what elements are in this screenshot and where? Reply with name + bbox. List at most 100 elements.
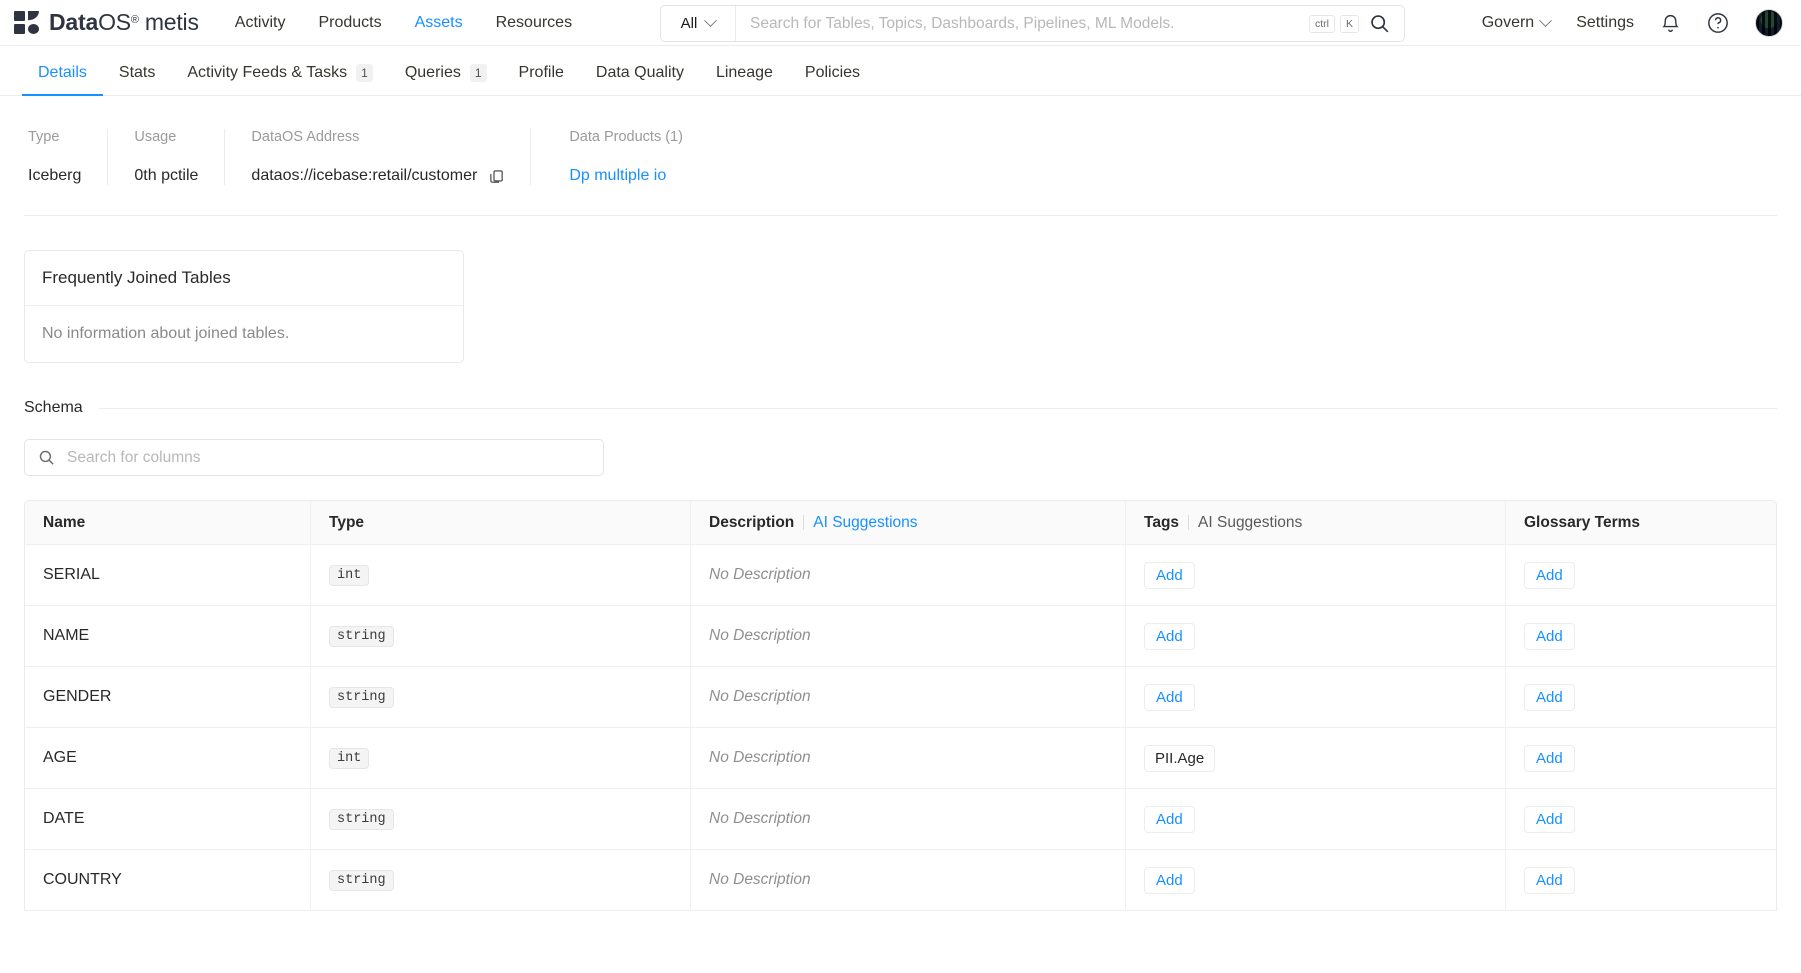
settings-link[interactable]: Settings (1576, 14, 1634, 32)
tags-ai-suggestions-link[interactable]: AI Suggestions (1198, 514, 1302, 532)
column-description-cell[interactable]: No Description (690, 789, 1125, 849)
tab-count-badge: 1 (469, 63, 487, 82)
add-tag-button[interactable]: Add (1144, 805, 1195, 833)
brand-product-name: metis (144, 9, 199, 35)
type-chip: string (329, 869, 394, 891)
column-glossary-cell: Add (1505, 789, 1776, 849)
column-header-tags: Tags AI Suggestions (1125, 501, 1505, 544)
column-description-cell[interactable]: No Description (690, 606, 1125, 666)
meta-type: Type Iceberg (24, 129, 107, 185)
asset-meta-strip: Type Iceberg Usage 0th pctile DataOS Add… (24, 129, 1801, 185)
column-search-input[interactable] (67, 448, 590, 467)
meta-dataos-address: DataOS Address dataos://icebase:retail/c… (224, 129, 530, 185)
meta-products-value[interactable]: Dp multiple io (569, 167, 683, 185)
type-chip: string (329, 625, 394, 647)
nav-item-resources[interactable]: Resources (496, 14, 572, 32)
global-search-bar: All ctrl K (660, 5, 1405, 42)
column-name: NAME (43, 627, 90, 644)
search-icon[interactable] (1369, 13, 1404, 34)
table-row: AGE int No Description PII.Age Add (25, 728, 1776, 789)
add-glossary-term-button[interactable]: Add (1524, 866, 1575, 894)
brand-name-bold: Data (49, 9, 99, 35)
table-row: NAME string No Description Add Add (25, 606, 1776, 667)
add-glossary-term-button[interactable]: Add (1524, 561, 1575, 589)
column-description-cell[interactable]: No Description (690, 728, 1125, 788)
no-description-text: No Description (709, 749, 811, 766)
tab-policies[interactable]: Policies (789, 64, 876, 95)
no-description-text: No Description (709, 871, 811, 888)
column-tags-cell: Add (1125, 545, 1505, 605)
meta-data-products: Data Products (1) Dp multiple io (530, 129, 709, 185)
schema-divider (98, 407, 1777, 409)
add-glossary-term-button[interactable]: Add (1524, 683, 1575, 711)
tab-label: Queries (404, 63, 461, 81)
column-glossary-cell: Add (1505, 850, 1776, 910)
table-row: COUNTRY string No Description Add Add (25, 850, 1776, 911)
global-search-input[interactable] (736, 6, 1309, 41)
tab-activity-feeds-and-tasks[interactable]: Activity Feeds & Tasks 1 (171, 63, 388, 95)
kbd-k: K (1339, 14, 1359, 33)
tag-chip[interactable]: PII.Age (1144, 744, 1216, 772)
govern-menu[interactable]: Govern (1481, 13, 1553, 32)
meta-address-label: DataOS Address (251, 129, 360, 145)
table-row: GENDER string No Description Add Add (25, 667, 1776, 728)
description-ai-suggestions-link[interactable]: AI Suggestions (813, 514, 917, 532)
nav-item-products[interactable]: Products (318, 14, 381, 32)
tab-label: Activity Feeds & Tasks (187, 63, 348, 81)
tab-label: Lineage (715, 64, 773, 81)
add-tag-button[interactable]: Add (1144, 622, 1195, 650)
add-tag-button[interactable]: Add (1144, 866, 1195, 894)
help-circle-icon[interactable] (1707, 12, 1729, 34)
meta-usage-label: Usage (134, 129, 177, 145)
tab-stats[interactable]: Stats (103, 64, 171, 95)
govern-label: Govern (1481, 14, 1535, 31)
column-type-cell: string (310, 667, 690, 727)
user-avatar[interactable] (1755, 9, 1783, 37)
tab-label: Policies (804, 64, 861, 81)
column-glossary-cell: Add (1505, 728, 1776, 788)
meta-divider (24, 215, 1777, 216)
type-chip: string (329, 686, 394, 708)
add-glossary-term-button[interactable]: Add (1524, 622, 1575, 650)
bell-icon[interactable] (1660, 13, 1681, 34)
column-tags-cell: Add (1125, 850, 1505, 910)
tab-data-quality[interactable]: Data Quality (580, 64, 700, 95)
type-chip: int (329, 747, 370, 769)
meta-type-value: Iceberg (28, 167, 82, 184)
schema-table-header: Name Type Description AI Suggestions Tag… (25, 501, 1776, 545)
copy-icon[interactable] (489, 169, 504, 184)
column-header-glossary-terms: Glossary Terms (1505, 501, 1776, 544)
column-description-cell[interactable]: No Description (690, 667, 1125, 727)
column-type-cell: int (310, 545, 690, 605)
add-glossary-term-button[interactable]: Add (1524, 744, 1575, 772)
no-description-text: No Description (709, 810, 811, 827)
header-separator (803, 515, 805, 530)
column-header-description: Description AI Suggestions (690, 501, 1125, 544)
meta-type-label: Type (28, 129, 60, 145)
brand-registered-mark: ® (130, 14, 139, 26)
tab-queries[interactable]: Queries 1 (389, 63, 503, 95)
column-header-tags-label: Tags (1144, 513, 1180, 531)
header-separator (1188, 515, 1190, 530)
column-description-cell[interactable]: No Description (690, 850, 1125, 910)
column-glossary-cell: Add (1505, 606, 1776, 666)
brand-logo[interactable]: Data OS ® metis (14, 9, 199, 36)
add-tag-button[interactable]: Add (1144, 683, 1195, 711)
no-description-text: No Description (709, 627, 811, 644)
brand-wordmark: Data OS ® metis (49, 9, 199, 36)
nav-item-assets[interactable]: Assets (415, 14, 463, 32)
column-glossary-cell: Add (1505, 667, 1776, 727)
chevron-down-icon (704, 14, 718, 28)
search-icon (38, 449, 55, 466)
tab-profile[interactable]: Profile (503, 64, 580, 95)
meta-address-value: dataos://icebase:retail/customer (251, 167, 478, 184)
search-scope-label: All (680, 15, 698, 32)
add-tag-button[interactable]: Add (1144, 561, 1195, 589)
nav-item-activity[interactable]: Activity (235, 14, 286, 32)
header-right-actions: Govern Settings (1482, 0, 1783, 46)
column-description-cell[interactable]: No Description (690, 545, 1125, 605)
tab-details[interactable]: Details (22, 64, 103, 96)
add-glossary-term-button[interactable]: Add (1524, 805, 1575, 833)
tab-lineage[interactable]: Lineage (700, 64, 789, 95)
search-scope-dropdown[interactable]: All (661, 6, 736, 41)
